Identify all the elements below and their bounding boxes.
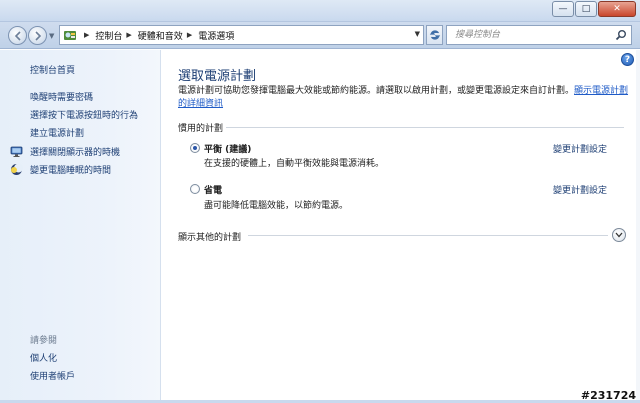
watermark-text: #231724 (580, 389, 636, 402)
address-toolbar: ▼ ▶ 控制台 ▶ 硬體和音效 ▶ 電源選項 ▼ (0, 22, 640, 49)
minimize-button[interactable]: — (552, 1, 574, 17)
close-button[interactable]: ✕ (598, 1, 636, 17)
history-dropdown-icon[interactable]: ▼ (49, 32, 54, 40)
forward-arrow-icon (34, 30, 41, 41)
sidebar-item-power-button-action[interactable]: 選擇按下電源按鈕時的行為 (30, 108, 138, 121)
moon-icon (10, 163, 23, 176)
see-also-heading: 請參閱 (30, 336, 58, 346)
see-also-user-accounts-link[interactable]: 使用者帳戶 (30, 369, 75, 382)
plan-balanced-name[interactable]: 平衡 (建議) (204, 142, 251, 155)
group-divider (226, 127, 624, 128)
more-plans-divider (248, 235, 608, 236)
breadcrumb-hardware-sound[interactable]: 硬體和音效 (138, 29, 183, 42)
plan-balanced-description: 在支援的硬體上，自動平衡效能與電源消耗。 (204, 159, 385, 169)
refresh-icon (429, 30, 440, 40)
main-content: ? 選取電源計劃 電源計劃可協助您發揮電腦最大效能或節約能源。請選取以啟用計劃，… (162, 50, 640, 400)
monitor-icon (10, 145, 23, 158)
plan-balanced-change-settings-link[interactable]: 變更計劃設定 (553, 142, 607, 155)
search-box[interactable] (446, 25, 632, 45)
maximize-button[interactable]: □ (575, 1, 597, 17)
page-description: 電源計劃可協助您發揮電腦最大效能或節約能源。請選取以啟用計劃，或變更電源設定來自… (178, 85, 630, 111)
breadcrumb-control-panel[interactable]: 控制台 (95, 29, 122, 42)
breadcrumb-separator-icon[interactable]: ▶ (187, 31, 192, 39)
search-icon[interactable] (615, 29, 627, 41)
chevron-down-icon[interactable] (612, 228, 626, 242)
breadcrumb-power-options[interactable]: 電源選項 (198, 29, 234, 42)
sidebar-item-wake-password[interactable]: 喚醒時需要密碼 (30, 90, 93, 103)
sidebar-item-display-off-time[interactable]: 選擇關閉顯示器的時機 (30, 145, 120, 158)
page-title: 選取電源計劃 (178, 69, 257, 84)
sidebar-item-create-plan[interactable]: 建立電源計劃 (30, 126, 84, 139)
window-controls: — □ ✕ (551, 1, 636, 17)
plan-power-saver-radio[interactable] (190, 184, 200, 194)
back-button[interactable] (8, 26, 27, 45)
plan-power-saver-name[interactable]: 省電 (204, 183, 222, 196)
address-bar[interactable]: ▶ 控制台 ▶ 硬體和音效 ▶ 電源選項 ▼ (59, 25, 424, 45)
breadcrumb-separator-icon[interactable]: ▶ (126, 31, 131, 39)
sidebar-item-sleep-time[interactable]: 變更電腦睡眠的時間 (30, 163, 111, 176)
refresh-button[interactable] (426, 25, 443, 45)
window-right-edge (636, 50, 640, 400)
breadcrumb-separator-icon: ▶ (84, 31, 90, 39)
control-panel-home-link[interactable]: 控制台首頁 (30, 63, 75, 76)
plan-balanced-radio[interactable] (190, 143, 200, 153)
show-more-plans-label[interactable]: 顯示其他的計劃 (178, 230, 241, 243)
description-text: 電源計劃可協助您發揮電腦最大效能或節約能源。請選取以啟用計劃，或變更電源設定來自… (178, 86, 575, 96)
plan-power-saver-change-settings-link[interactable]: 變更計劃設定 (553, 183, 607, 196)
forward-button[interactable] (28, 26, 47, 45)
control-panel-icon (63, 28, 77, 42)
plan-power-saver-description: 盡可能降低電腦效能，以節約電源。 (204, 201, 349, 211)
back-arrow-icon (14, 30, 21, 41)
search-input[interactable] (455, 26, 615, 44)
see-also-personalization-link[interactable]: 個人化 (30, 351, 57, 364)
window-titlebar: — □ ✕ (0, 0, 640, 22)
left-navigation-pane: 控制台首頁 喚醒時需要密碼 選擇按下電源按鈕時的行為 建立電源計劃 選擇關閉顯示… (0, 50, 161, 400)
preferred-plans-heading: 慣用的計劃 (178, 124, 224, 134)
help-icon[interactable]: ? (621, 53, 634, 66)
address-dropdown-icon[interactable]: ▼ (415, 30, 420, 38)
